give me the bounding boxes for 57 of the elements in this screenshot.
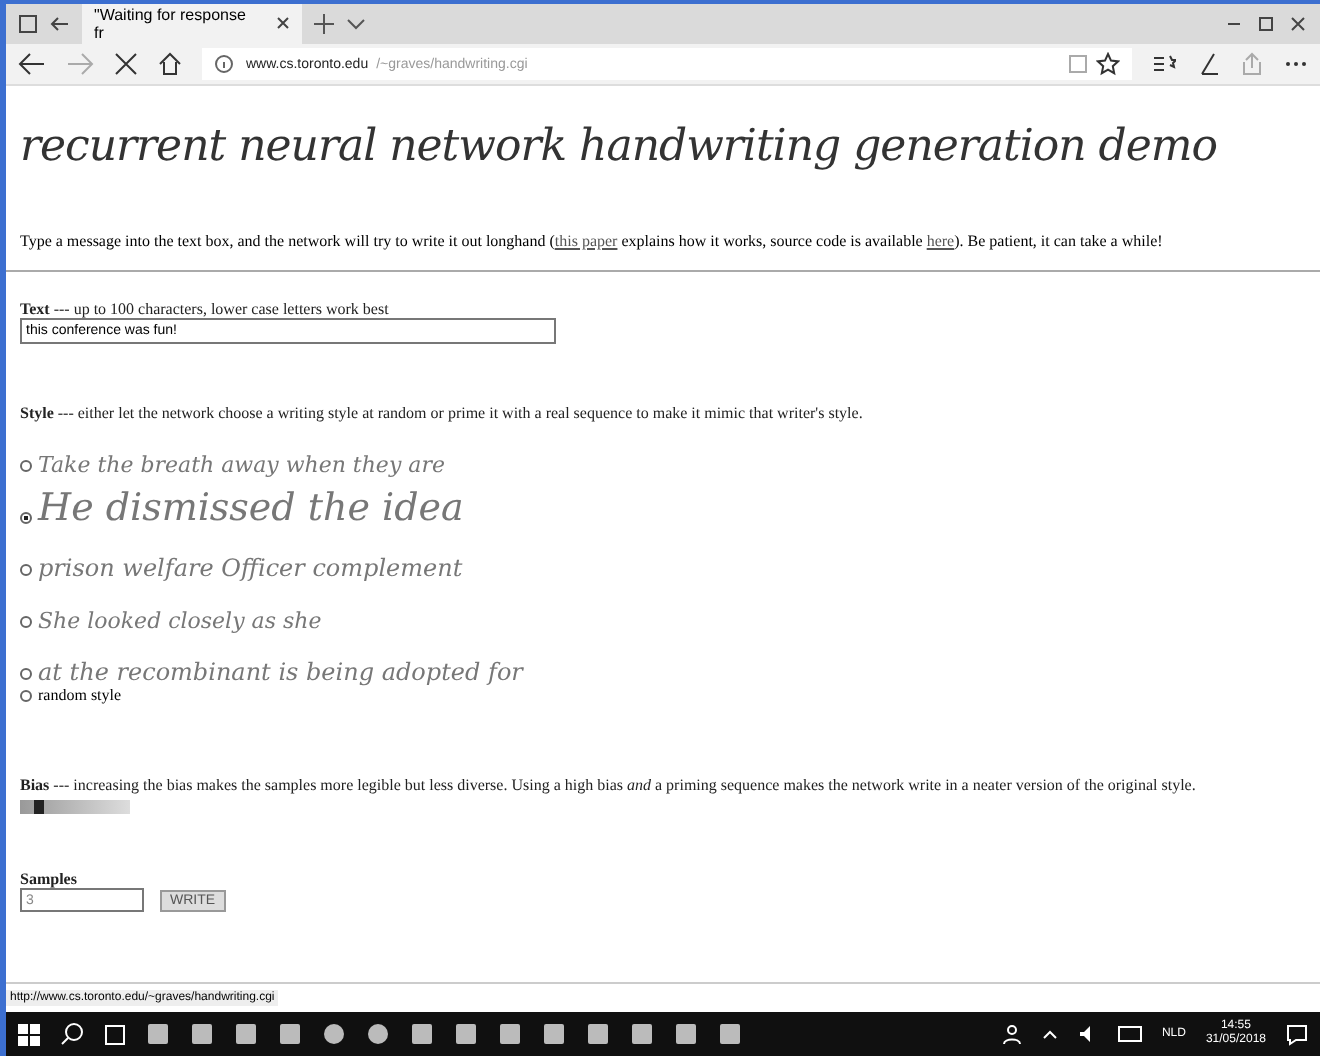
app-icon[interactable]	[498, 1022, 522, 1046]
radio-button[interactable]	[20, 668, 32, 680]
home-icon[interactable]	[158, 52, 182, 76]
app-icon[interactable]	[674, 1022, 698, 1046]
paper-link[interactable]: this paper	[554, 232, 618, 250]
close-icon[interactable]	[1288, 14, 1308, 34]
person-icon[interactable]	[1001, 1024, 1022, 1044]
app-icon[interactable]	[146, 1022, 170, 1046]
handwritten-title: recurrent neural network handwriting generation demo	[20, 122, 1220, 172]
radio-label: random style	[38, 686, 122, 704]
browser-tab[interactable]: "Waiting for response fr	[82, 4, 302, 44]
search-icon[interactable]	[60, 1022, 84, 1046]
app-icon[interactable]	[278, 1022, 302, 1046]
tab-back-icon[interactable]	[50, 14, 70, 34]
star-icon[interactable]	[1096, 52, 1120, 76]
source-link[interactable]: here	[926, 232, 955, 250]
slider-thumb[interactable]	[33, 800, 44, 814]
intro-text: Type a message into the text box, and the network will try to write it out longhand (this paper explains how it works, source code is available here). Be patient, it can take a while!	[20, 232, 1165, 250]
restore-icon[interactable]	[1256, 14, 1276, 34]
app-icon[interactable]	[410, 1022, 434, 1046]
more-icon[interactable]	[1284, 60, 1308, 68]
chevron-up-icon[interactable]	[1041, 1028, 1058, 1040]
app-icon[interactable]	[322, 1022, 346, 1046]
app-icon[interactable]	[366, 1022, 390, 1046]
start-icon[interactable]	[18, 1023, 40, 1045]
app-icon[interactable]	[190, 1022, 214, 1046]
task-view-icon[interactable]	[104, 1023, 126, 1045]
radio-button[interactable]	[20, 512, 32, 524]
handwriting-sample: She looked closely as she	[38, 609, 322, 634]
radio-button[interactable]	[20, 616, 32, 628]
chevron-down-icon[interactable]	[346, 14, 366, 34]
app-icon[interactable]	[542, 1022, 566, 1046]
samples-label: Samples	[20, 870, 79, 888]
bias-slider[interactable]	[20, 800, 130, 814]
tab-group-icon[interactable]	[18, 14, 38, 34]
keyboard-icon[interactable]	[1117, 1026, 1142, 1042]
handwriting-sample: at the recombinant is being adopted for	[38, 659, 523, 686]
info-icon	[214, 54, 234, 74]
radio-button[interactable]	[20, 689, 32, 701]
style-label: Style --- either let the network choose a writing style at random or prime it with a real sequence to make it mimic that writer's style.	[20, 404, 865, 422]
back-icon[interactable]	[18, 52, 46, 76]
tab-title: "Waiting for response fr	[94, 6, 248, 42]
radio-button[interactable]	[20, 460, 32, 472]
app-icon[interactable]	[234, 1022, 258, 1046]
handwriting-sample: prison welfare Officer complement	[38, 555, 463, 582]
radio-button[interactable]	[20, 564, 32, 576]
app-icon[interactable]	[630, 1022, 654, 1046]
app-icon[interactable]	[718, 1022, 742, 1046]
handwriting-sample: Take the breath away when they are	[38, 453, 445, 478]
text-field-label: Text --- up to 100 characters, lower case letters work best	[20, 300, 391, 318]
app-icon[interactable]	[454, 1022, 478, 1046]
handwriting-sample: He dismissed the idea	[38, 488, 464, 530]
app-icon[interactable]	[586, 1022, 610, 1046]
plus-icon[interactable]	[314, 14, 334, 34]
notification-icon[interactable]	[1286, 1023, 1308, 1045]
stop-icon[interactable]	[114, 52, 138, 76]
bias-label: Bias --- increasing the bias makes the samples more legible but less diverse. Using a high bias and a priming sequence makes the network write in a neater version of the original style.	[20, 776, 1198, 794]
